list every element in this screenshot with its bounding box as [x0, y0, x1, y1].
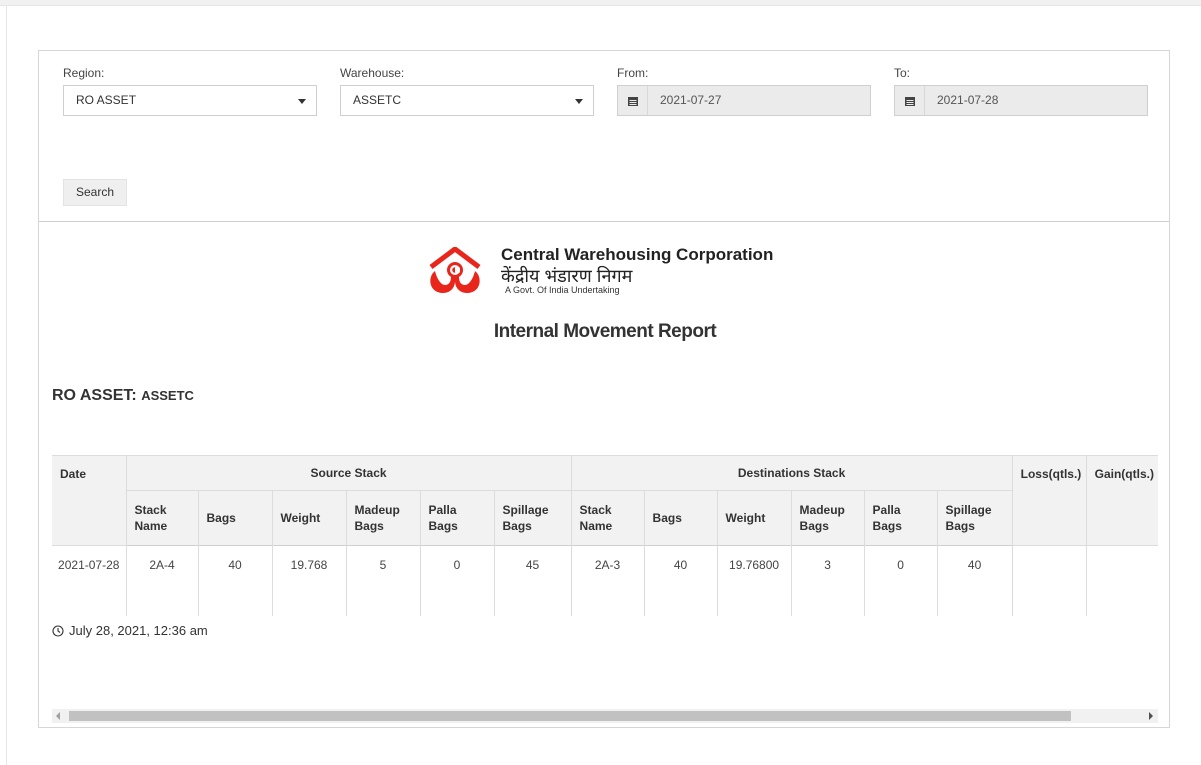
heading-region: RO ASSET: [52, 387, 137, 404]
cell-dst-madeup: 3 [791, 545, 865, 616]
cell-dst-palla: 0 [864, 545, 938, 616]
to-field: To: 2021-07-28 [894, 65, 1148, 116]
cell-loss [1012, 545, 1087, 616]
table-subheader-row: Stack Name Bags Weight Madeup Bags Palla… [52, 490, 1158, 546]
cwc-logo: Central Warehousing Corporation केंद्रीय… [425, 245, 785, 305]
clock-icon [52, 624, 64, 637]
cell-src-madeup: 5 [346, 545, 421, 616]
cell-src-stack: 2A-4 [126, 545, 199, 616]
cell-gain [1086, 545, 1158, 616]
cell-src-weight: 19.768 [272, 545, 347, 616]
loss-header: Loss(qtls.) [1012, 455, 1087, 546]
caret-down-icon [298, 99, 306, 104]
cwc-emblem-icon [429, 247, 481, 293]
to-label: To: [894, 66, 911, 80]
region-warehouse-heading: RO ASSET: ASSETC [52, 387, 194, 405]
to-date-value: 2021-07-28 [937, 93, 999, 107]
source-stack-header: Source Stack [126, 455, 572, 491]
horizontal-scrollbar[interactable] [52, 709, 1158, 723]
table-row: 2021-07-28 2A-4 40 19.768 5 0 45 2A-3 40… [52, 545, 1158, 616]
section-divider [39, 221, 1169, 222]
gain-header: Gain(qtls.) [1086, 455, 1158, 546]
warehouse-select[interactable]: ASSETC [340, 85, 594, 116]
dst-stack-name-header: Stack Name [571, 490, 645, 546]
cell-src-palla: 0 [420, 545, 495, 616]
from-field: From: 2021-07-27 [617, 65, 871, 116]
dst-bags-header: Bags [644, 490, 718, 546]
caret-down-icon [575, 99, 583, 104]
scroll-right-arrow-icon[interactable] [1149, 712, 1153, 720]
brand-name-english: Central Warehousing Corporation [501, 245, 774, 264]
cell-src-spillage: 45 [494, 545, 572, 616]
cell-date: 2021-07-28 [52, 545, 127, 616]
region-label: Region: [63, 66, 105, 80]
dst-weight-header: Weight [717, 490, 792, 546]
dst-spillage-bags-header: Spillage Bags [937, 490, 1013, 546]
report-title: Internal Movement Report [493, 321, 717, 342]
calendar-icon[interactable] [895, 86, 925, 115]
timestamp-text: July 28, 2021, 12:36 am [69, 623, 208, 638]
src-bags-header: Bags [198, 490, 273, 546]
cell-src-bags: 40 [198, 545, 273, 616]
cell-dst-bags: 40 [644, 545, 718, 616]
cell-dst-stack: 2A-3 [571, 545, 645, 616]
page-left-border [6, 6, 7, 765]
from-date-input[interactable]: 2021-07-27 [617, 85, 871, 116]
src-palla-bags-header: Palla Bags [420, 490, 495, 546]
warehouse-select-value: ASSETC [353, 93, 402, 107]
to-date-input[interactable]: 2021-07-28 [894, 85, 1148, 116]
search-button[interactable]: Search [63, 179, 127, 206]
destination-stack-header: Destinations Stack [571, 455, 1013, 491]
calendar-icon[interactable] [618, 86, 648, 115]
warehouse-label: Warehouse: [340, 66, 405, 80]
cell-dst-weight: 19.76800 [717, 545, 792, 616]
table-header-row: Date Source Stack Destinations Stack Los… [52, 455, 1158, 546]
src-stack-name-header: Stack Name [126, 490, 199, 546]
warehouse-field: Warehouse: ASSETC [340, 65, 594, 116]
heading-warehouse: ASSETC [141, 388, 194, 403]
scroll-left-arrow-icon[interactable] [56, 712, 60, 720]
region-field: Region: RO ASSET [63, 65, 317, 116]
from-date-value: 2021-07-27 [660, 93, 722, 107]
report-card: Region: RO ASSET Warehouse: ASSETC From:… [38, 50, 1170, 728]
date-header: Date [52, 455, 127, 546]
scrollbar-thumb[interactable] [69, 711, 1071, 721]
src-weight-header: Weight [272, 490, 347, 546]
movement-table: Date Source Stack Destinations Stack Los… [52, 455, 1158, 616]
filter-panel: Region: RO ASSET Warehouse: ASSETC From:… [39, 51, 1169, 222]
cell-dst-spillage: 40 [937, 545, 1013, 616]
region-select[interactable]: RO ASSET [63, 85, 317, 116]
src-madeup-bags-header: Madeup Bags [346, 490, 421, 546]
brand-tagline: A Govt. Of India Undertaking [505, 285, 620, 295]
dst-palla-bags-header: Palla Bags [864, 490, 938, 546]
page-top-border [0, 0, 1201, 6]
report-timestamp: July 28, 2021, 12:36 am [52, 623, 208, 638]
src-spillage-bags-header: Spillage Bags [494, 490, 572, 546]
region-select-value: RO ASSET [76, 93, 137, 107]
dst-madeup-bags-header: Madeup Bags [791, 490, 865, 546]
movement-table-container[interactable]: Date Source Stack Destinations Stack Los… [52, 455, 1158, 616]
from-label: From: [617, 66, 649, 80]
